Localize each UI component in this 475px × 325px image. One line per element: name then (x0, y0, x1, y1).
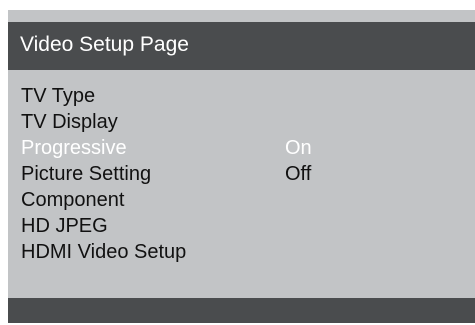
menu-item-tv-display[interactable]: TV Display (21, 109, 186, 135)
title-bar: Video Setup Page (8, 22, 475, 70)
menu-item-hd-jpeg[interactable]: HD JPEG (21, 213, 186, 239)
menu-item-hdmi-video-setup[interactable]: HDMI Video Setup (21, 239, 186, 265)
menu-item-component[interactable]: Component (21, 187, 186, 213)
menu-item-progressive[interactable]: Progressive (21, 135, 186, 161)
menu-item-tv-type[interactable]: TV Type (21, 83, 186, 109)
progressive-options: On Off (285, 135, 312, 187)
menu-item-picture-setting[interactable]: Picture Setting (21, 161, 186, 187)
option-off[interactable]: Off (285, 161, 312, 187)
option-on[interactable]: On (285, 135, 312, 161)
setup-menu: TV Type TV Display Progressive Picture S… (21, 83, 186, 265)
page-title: Video Setup Page (20, 33, 189, 56)
video-setup-panel: Video Setup Page TV Type TV Display Prog… (8, 10, 475, 323)
bottom-bar (8, 298, 475, 323)
